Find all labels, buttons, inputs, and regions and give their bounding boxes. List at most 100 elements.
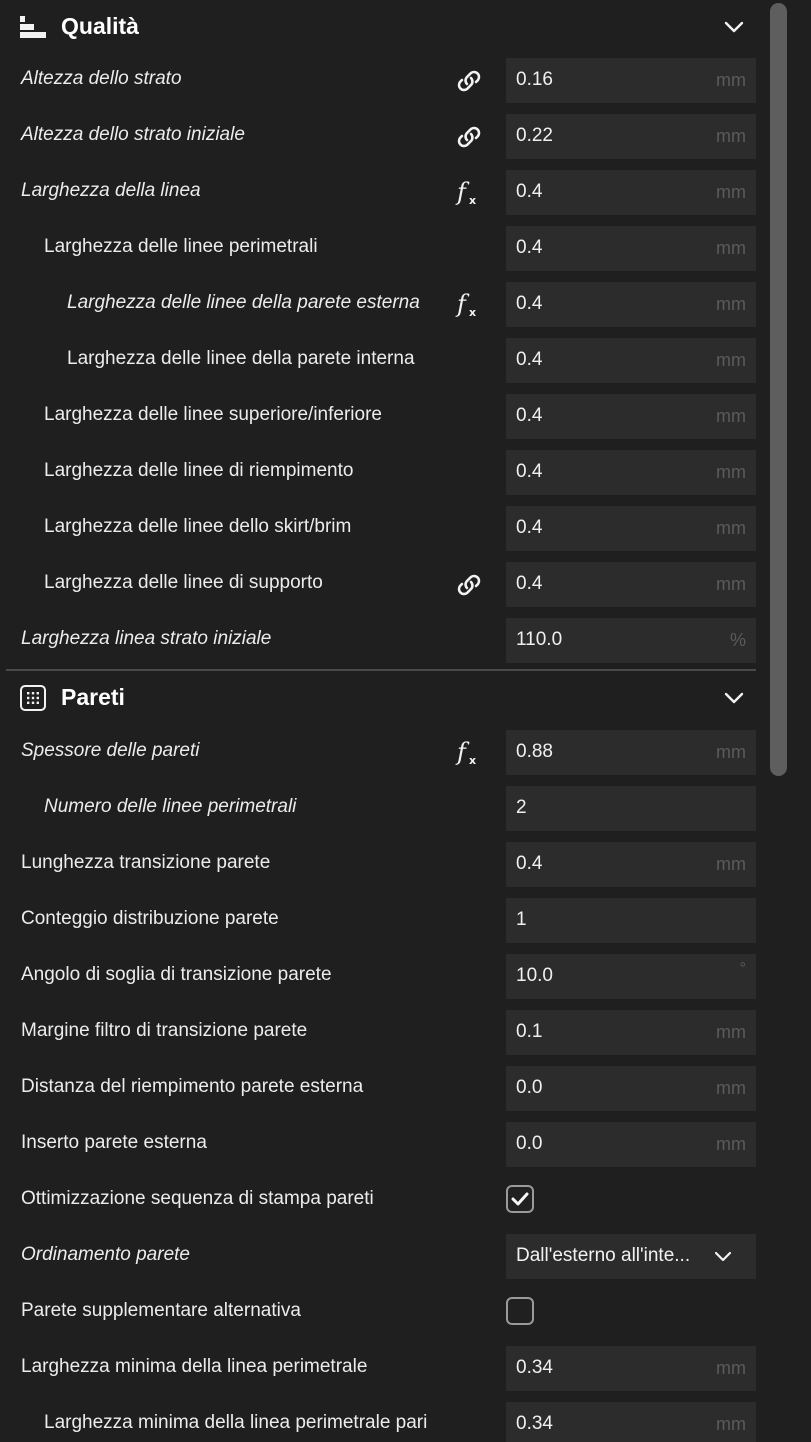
function-icon[interactable]: fx — [452, 738, 486, 768]
setting-input[interactable]: 2 — [506, 786, 756, 831]
chevron-down-icon[interactable] — [722, 686, 746, 710]
setting-row: Parete supplementare alternativa — [0, 1286, 760, 1342]
setting-input[interactable]: 0.4 mm — [506, 170, 756, 215]
input-unit: mm — [716, 742, 746, 762]
setting-label: Larghezza delle linee dello skirt/brim — [44, 516, 352, 537]
setting-row: Angolo di soglia di transizione parete 10… — [0, 950, 760, 1006]
setting-label: Spessore delle pareti — [21, 740, 200, 761]
setting-input[interactable]: 0.34 mm — [506, 1402, 756, 1442]
setting-input[interactable]: 0.4 mm — [506, 450, 756, 495]
chevron-down-icon[interactable] — [712, 1246, 734, 1268]
setting-row: Larghezza minima della linea perimetrale… — [0, 1398, 760, 1442]
input-value: 0.4 — [516, 573, 543, 594]
input-unit: mm — [716, 182, 746, 202]
svg-text:f: f — [455, 738, 470, 766]
input-unit: mm — [716, 518, 746, 538]
input-unit: ° — [739, 960, 746, 977]
setting-row: Lunghezza transizione parete 0.4 mm — [0, 838, 760, 894]
setting-input[interactable]: 10.0 ° — [506, 954, 756, 999]
input-value: 0.4 — [516, 237, 543, 258]
setting-input[interactable]: 110.0% — [506, 618, 756, 663]
select-value: Dall'esterno all'inte... — [516, 1245, 691, 1266]
link-icon[interactable] — [452, 570, 486, 600]
link-icon[interactable] — [452, 122, 486, 152]
setting-label: Larghezza delle linee di supporto — [44, 572, 323, 593]
input-value: 2 — [516, 797, 527, 818]
input-unit: mm — [716, 1022, 746, 1042]
setting-label: Ottimizzazione sequenza di stampa pareti — [21, 1188, 374, 1209]
svg-text:x: x — [469, 194, 476, 207]
setting-row: Spessore delle pareti f x 0.88 mm — [0, 726, 760, 782]
setting-input[interactable]: 0.4 mm — [506, 562, 756, 607]
setting-label: Distanza del riempimento parete esterna — [21, 1076, 364, 1097]
setting-row: Numero delle linee perimetrali 2 — [0, 782, 760, 838]
setting-input[interactable]: 0.4 mm — [506, 394, 756, 439]
function-icon[interactable]: fx — [452, 290, 486, 320]
chevron-down-icon[interactable] — [722, 15, 746, 39]
setting-input[interactable]: 0.0 mm — [506, 1066, 756, 1111]
input-unit: mm — [716, 574, 746, 594]
input-unit: mm — [716, 854, 746, 874]
setting-input[interactable]: 0.16 mm — [506, 58, 756, 103]
input-value: 10.0 — [516, 965, 553, 986]
setting-label: Larghezza delle linee perimetrali — [44, 236, 318, 257]
input-unit: mm — [716, 462, 746, 482]
walls-section-title: Pareti — [61, 684, 125, 710]
setting-label: Altezza dello strato — [21, 68, 182, 89]
input-unit: mm — [716, 406, 746, 426]
quality-section-header[interactable]: Qualità — [0, 0, 760, 54]
setting-label: Larghezza delle linee di riempimento — [44, 460, 354, 481]
input-value: 0.4 — [516, 517, 543, 538]
input-value: 0.4 — [516, 853, 543, 874]
setting-row: Ottimizzazione sequenza di stampa pareti — [0, 1174, 760, 1230]
input-value: 0.4 — [516, 181, 543, 202]
quality-layers-icon — [19, 14, 47, 40]
setting-row: Distanza del riempimento parete esterna 0… — [0, 1062, 760, 1118]
input-unit: mm — [716, 1134, 746, 1154]
setting-label: Margine filtro di transizione parete — [21, 1020, 308, 1041]
setting-input[interactable]: 0.4 mm — [506, 282, 756, 327]
setting-input[interactable]: 0.4 mm — [506, 506, 756, 551]
input-unit: mm — [716, 1414, 746, 1434]
setting-row: Larghezza delle linee della parete inter… — [0, 334, 760, 390]
function-icon[interactable]: fx — [452, 178, 486, 208]
setting-row: Larghezza della linea f x 0.4 mm — [0, 166, 760, 222]
input-value: 0.4 — [516, 349, 543, 370]
setting-label: Parete supplementare alternativa — [21, 1300, 301, 1321]
setting-input[interactable]: 0.88 mm — [506, 730, 756, 775]
setting-select[interactable]: Dall'esterno all'inte... — [506, 1234, 756, 1279]
setting-input[interactable]: 0.1 mm — [506, 1010, 756, 1055]
input-unit: mm — [716, 350, 746, 370]
setting-checkbox[interactable] — [506, 1185, 534, 1213]
print-settings-panel: Qualità Altezza dello strato 0.16 mm Altezz… — [0, 0, 760, 1442]
input-value: 110.0 — [516, 629, 563, 650]
walls-grid-icon — [19, 685, 47, 711]
setting-row: Larghezza delle linee superiore/inferior… — [0, 390, 760, 446]
setting-checkbox[interactable] — [506, 1297, 534, 1325]
input-value: 1 — [516, 909, 527, 930]
setting-input[interactable]: 0.22 mm — [506, 114, 756, 159]
input-value: 0.0 — [516, 1077, 543, 1098]
setting-input[interactable]: 0.4 mm — [506, 338, 756, 383]
setting-input[interactable]: 1 — [506, 898, 756, 943]
input-value: 0.34 — [516, 1357, 553, 1378]
setting-row: Conteggio distribuzione parete 1 — [0, 894, 760, 950]
quality-section-title: Qualità — [61, 13, 139, 39]
walls-section-header[interactable]: Pareti — [0, 671, 760, 725]
setting-label: Larghezza minima della linea perimetrale — [21, 1356, 368, 1377]
svg-text:x: x — [469, 306, 476, 319]
link-icon[interactable] — [452, 66, 486, 96]
scrollbar-thumb[interactable] — [770, 3, 787, 776]
input-unit: mm — [716, 1078, 746, 1098]
setting-label: Lunghezza transizione parete — [21, 852, 271, 873]
setting-input[interactable]: 0.4 mm — [506, 842, 756, 887]
setting-input[interactable]: 0.0 mm — [506, 1122, 756, 1167]
setting-input[interactable]: 0.34 mm — [506, 1346, 756, 1391]
input-value: 0.22 — [516, 125, 553, 146]
input-unit: mm — [716, 294, 746, 314]
setting-input[interactable]: 0.4 mm — [506, 226, 756, 271]
setting-label: Larghezza linea strato iniziale — [21, 628, 272, 649]
input-value: 0.4 — [516, 405, 543, 426]
setting-row: Altezza dello strato iniziale 0.22 mm — [0, 110, 760, 166]
input-value: 0.4 — [516, 461, 543, 482]
